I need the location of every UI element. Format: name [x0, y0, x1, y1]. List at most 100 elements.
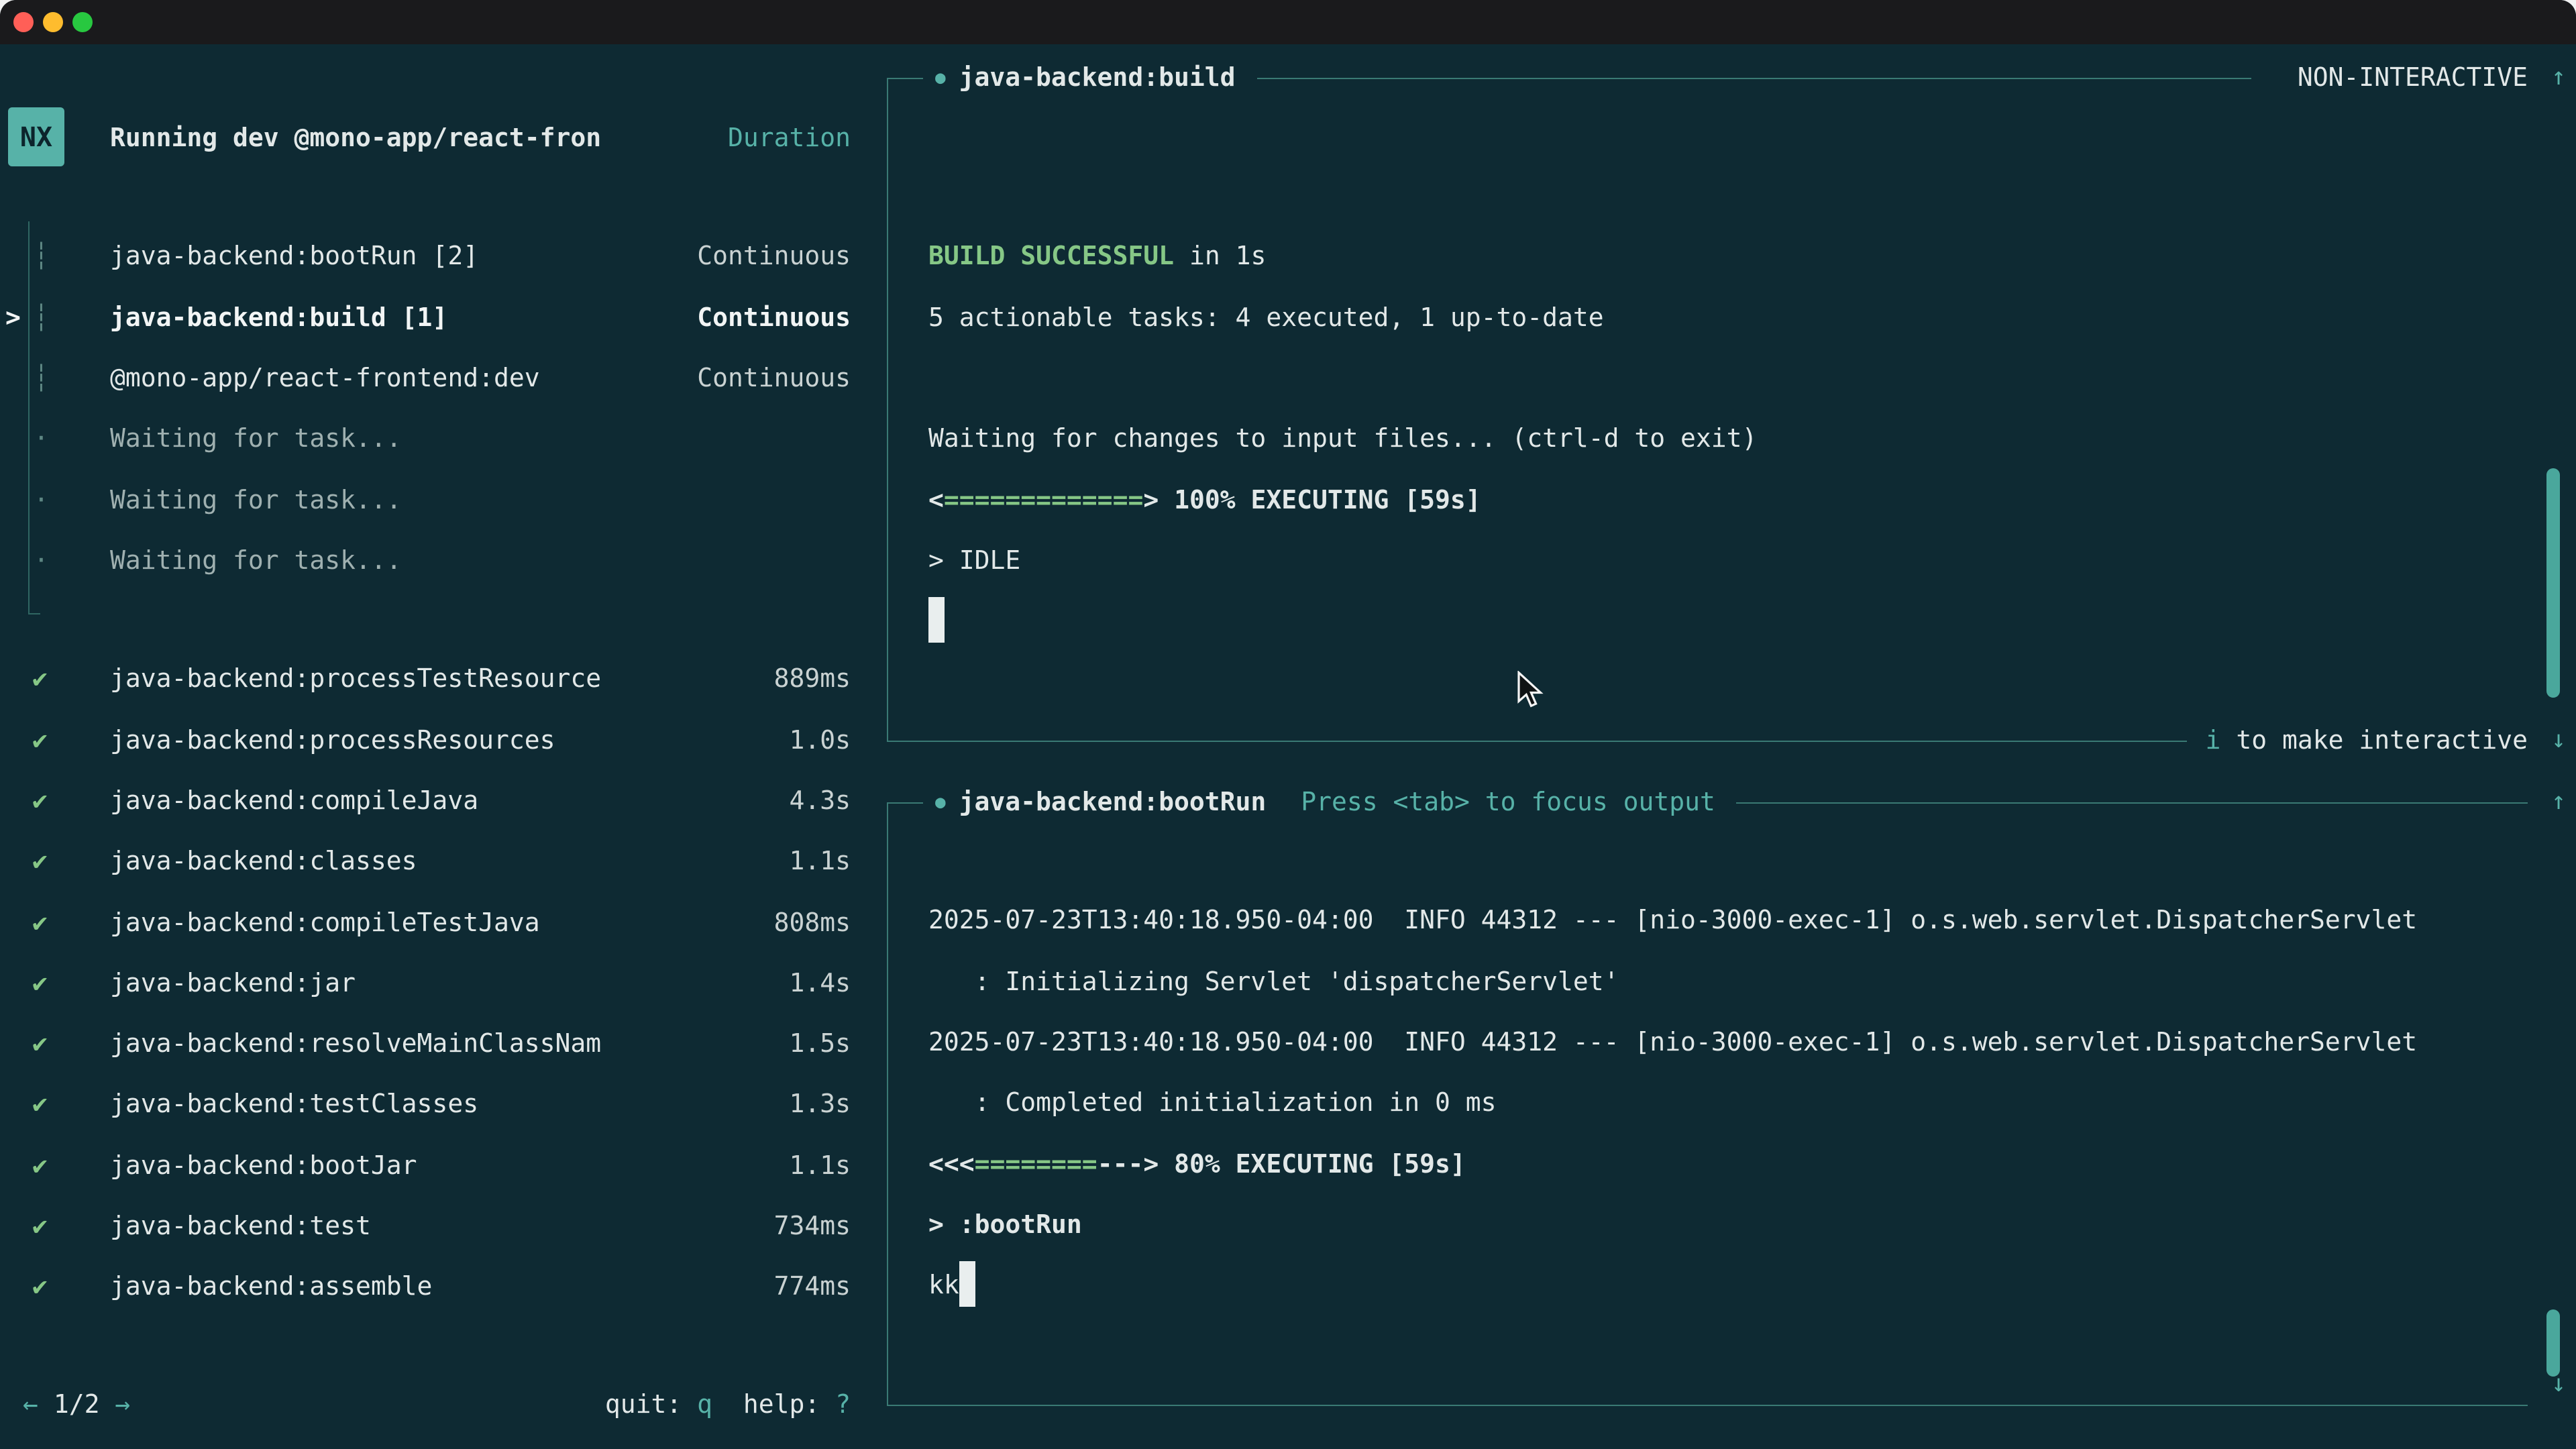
checkmark-icon: ✔ [32, 1075, 48, 1136]
task-row[interactable]: ✔ java-backend:compileTestJava 808ms [0, 893, 859, 954]
checkmark-icon: ✔ [32, 893, 48, 954]
quit-hint-label: quit: [605, 1390, 697, 1419]
help-hint-label: help: [743, 1390, 835, 1419]
terminal-input-line[interactable]: kk [928, 1256, 2417, 1317]
progress-bar-fill: ============= [944, 485, 1143, 515]
task-status: Continuous [697, 227, 851, 288]
task-label: java-backend:test [110, 1197, 371, 1258]
task-duration: 1.4s [789, 954, 851, 1015]
task-row-waiting-3[interactable]: · Waiting for task... [0, 531, 859, 592]
bootrun-pane-footer [887, 1389, 2528, 1421]
checkmark-icon: ✔ [32, 771, 48, 833]
idle-line: > IDLE [928, 531, 1757, 592]
border-segment [887, 1404, 2528, 1405]
build-pane-header: ● java-backend:build NON-INTERACTIVE [887, 62, 2538, 94]
task-row[interactable]: ✔ java-backend:processTestResource 889ms [0, 650, 859, 711]
task-row[interactable]: ✔ java-backend:assemble 774ms [0, 1258, 859, 1319]
bullet-icon: · [34, 470, 49, 531]
close-button[interactable] [13, 12, 34, 32]
task-row[interactable]: ✔ java-backend:resolveMainClassNam 1.5s [0, 1014, 859, 1075]
task-label: java-backend:processTestResource [110, 650, 601, 711]
task-row[interactable]: ✔ java-backend:test 734ms [0, 1197, 859, 1258]
border-segment [1737, 802, 2528, 803]
window-titlebar [0, 0, 2576, 44]
task-row[interactable]: ✔ java-backend:classes 1.1s [0, 833, 859, 894]
task-row-waiting-1[interactable]: · Waiting for task... [0, 410, 859, 471]
task-row[interactable]: ✔ java-backend:compileJava 4.3s [0, 771, 859, 833]
task-label: java-backend:processResources [110, 710, 555, 771]
checkmark-icon: ✔ [32, 650, 48, 711]
terminal-cursor [959, 1261, 975, 1307]
scroll-up-icon[interactable]: ↑ [2541, 786, 2576, 818]
scroll-down-icon[interactable]: ↓ [2541, 1368, 2576, 1401]
progress-open: <<< [928, 1149, 975, 1179]
task-row-frontend-dev[interactable]: ┆ @mono-app/react-frontend:dev Continuou… [0, 349, 859, 410]
log-line: 2025-07-23T13:40:18.950-04:00 INFO 44312… [928, 892, 2417, 953]
task-row[interactable]: ✔ java-backend:processResources 1.0s [0, 710, 859, 771]
interactive-key[interactable]: i [2206, 726, 2221, 755]
build-pane-title: java-backend:build [959, 63, 1236, 93]
build-pane-left-border [887, 78, 888, 741]
typed-input-text: kk [928, 1271, 959, 1300]
gradle-progress-line: <<<========---> 80% EXECUTING [59s] [928, 1134, 2417, 1195]
checkmark-icon: ✔ [32, 1258, 48, 1319]
bootrun-pane-output[interactable]: 2025-07-23T13:40:18.950-04:00 INFO 44312… [928, 892, 2417, 1317]
selection-arrow-icon: > [5, 288, 21, 349]
minimize-button[interactable] [43, 12, 63, 32]
terminal-cursor [928, 597, 945, 643]
noninteractive-badge: NON-INTERACTIVE [2298, 63, 2528, 93]
task-label: Waiting for task... [110, 470, 402, 531]
task-label: java-backend:resolveMainClassNam [110, 1014, 601, 1075]
task-label: java-backend:compileTestJava [110, 893, 540, 954]
nx-tui-window: NX Running dev @mono-app/react-fron Dura… [0, 0, 2576, 1449]
build-pane-output[interactable]: BUILD SUCCESSFUL in 1s 5 actionable task… [928, 227, 1757, 653]
gradle-progress-line: <=============> 100% EXECUTING [59s] [928, 470, 1757, 531]
task-label: @mono-app/react-frontend:dev [110, 349, 540, 410]
bootrun-pane-scrollbar-thumb[interactable] [2546, 1309, 2560, 1377]
zoom-button[interactable] [72, 12, 93, 32]
checkmark-icon: ✔ [32, 954, 48, 1015]
task-status: Continuous [697, 349, 851, 410]
log-line: 2025-07-23T13:40:18.950-04:00 INFO 44312… [928, 1013, 2417, 1074]
build-pane-scrollbar-thumb[interactable] [2546, 468, 2560, 698]
running-task-list: ┆ java-backend:bootRun [2] Continuous > … [0, 227, 859, 592]
task-duration: 4.3s [789, 771, 851, 833]
task-summary-line: 5 actionable tasks: 4 executed, 1 up-to-… [928, 288, 1757, 349]
task-label: Waiting for task... [110, 531, 402, 592]
build-successful-text: BUILD SUCCESSFUL [928, 242, 1174, 272]
interactive-hint: i to make interactive [2206, 726, 2528, 755]
checkmark-icon: ✔ [32, 1014, 48, 1075]
checkmark-icon: ✔ [32, 1136, 48, 1197]
quit-key[interactable]: q [697, 1390, 712, 1419]
task-duration: 808ms [774, 893, 851, 954]
task-bullet-icon: ● [935, 68, 946, 88]
task-row-build[interactable]: > ┆ java-backend:build [1] Continuous [0, 288, 859, 349]
bullet-icon: · [34, 410, 49, 471]
task-row[interactable]: ✔ java-backend:testClasses 1.3s [0, 1075, 859, 1136]
waiting-line: Waiting for changes to input files... (c… [928, 410, 1757, 471]
help-key[interactable]: ? [835, 1390, 851, 1419]
task-label: Waiting for task... [110, 410, 402, 471]
border-segment [887, 740, 2187, 741]
tree-dash-icon: ┆ [34, 288, 49, 349]
task-label: java-backend:testClasses [110, 1075, 478, 1136]
task-duration: 774ms [774, 1258, 851, 1319]
keyboard-hints: quit: q help: ? [0, 1387, 851, 1422]
task-duration: 734ms [774, 1197, 851, 1258]
task-row-bootrun[interactable]: ┆ java-backend:bootRun [2] Continuous [0, 227, 859, 288]
checkmark-icon: ✔ [32, 1197, 48, 1258]
scroll-up-icon[interactable]: ↑ [2541, 62, 2576, 94]
border-segment [1256, 77, 2251, 78]
task-row[interactable]: ✔ java-backend:bootJar 1.1s [0, 1136, 859, 1197]
nx-logo: NX [8, 107, 64, 166]
log-line: : Completed initialization in 0 ms [928, 1074, 2417, 1135]
scroll-down-icon[interactable]: ↓ [2541, 724, 2576, 757]
focus-output-hint: Press <tab> to focus output [1301, 788, 1715, 817]
task-row[interactable]: ✔ java-backend:jar 1.4s [0, 954, 859, 1015]
prompt-line: > :bootRun [928, 1195, 2417, 1256]
cursor-line [928, 592, 1757, 653]
task-row-waiting-2[interactable]: · Waiting for task... [0, 470, 859, 531]
border-segment [887, 802, 923, 803]
sidebar-header: Running dev @mono-app/react-fron Duratio… [110, 121, 851, 156]
task-duration: 1.1s [789, 833, 851, 894]
